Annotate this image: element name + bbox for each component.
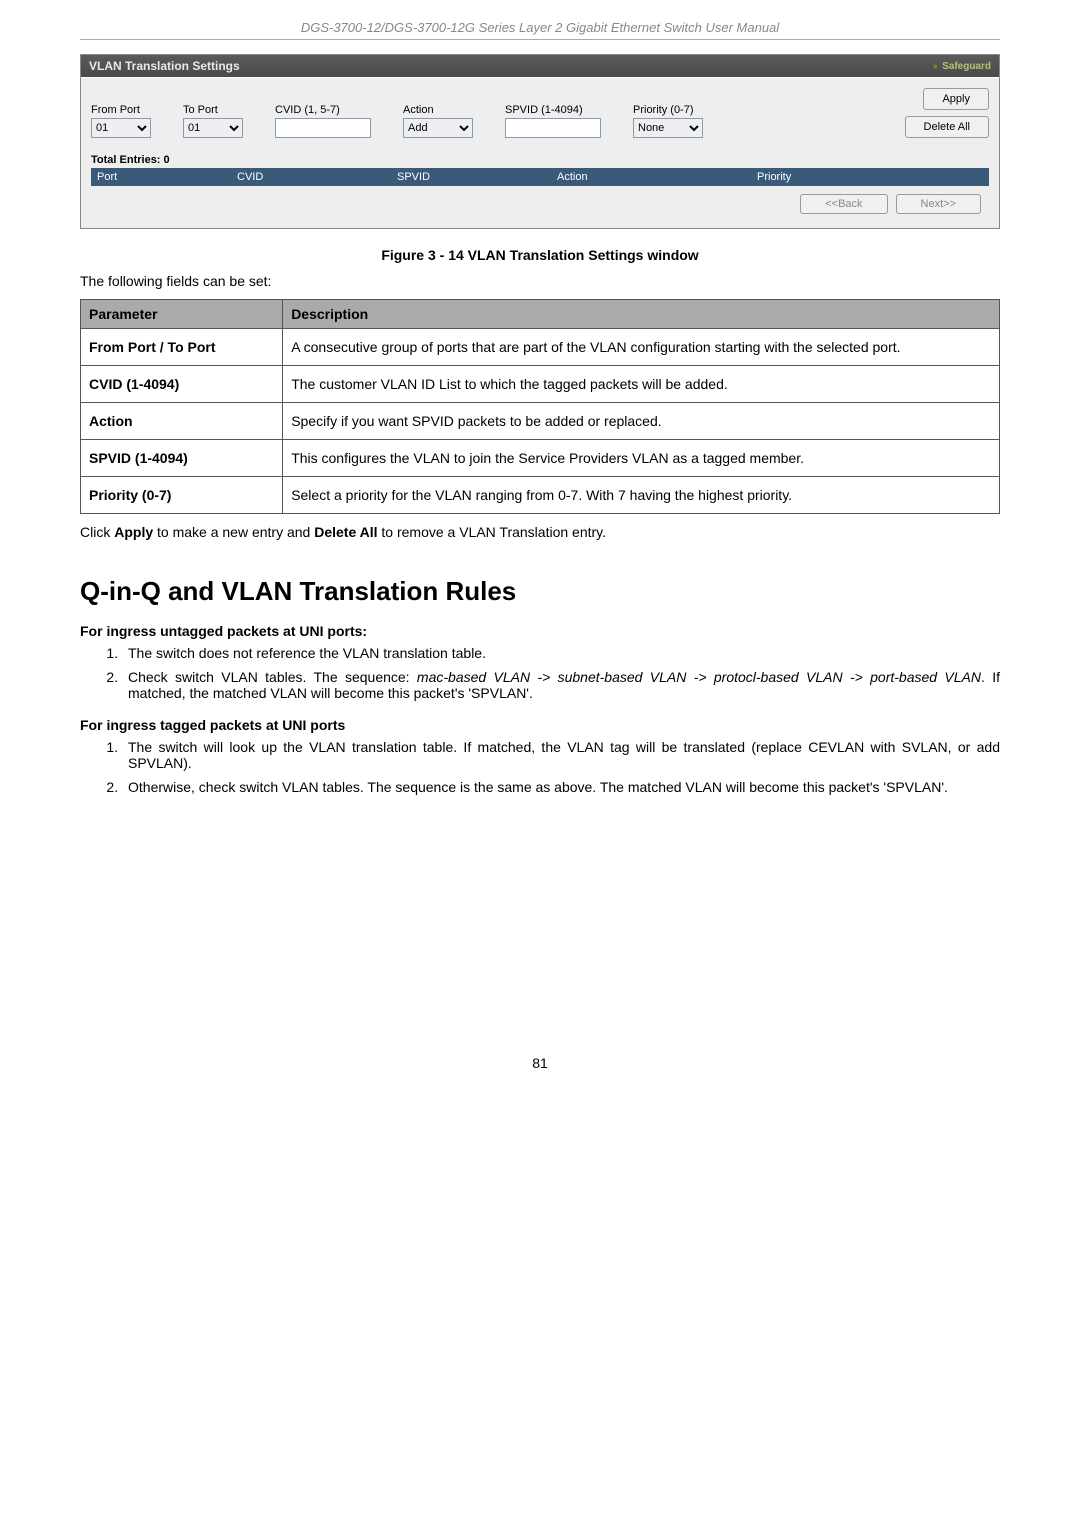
table-row: Priority (0-7) Select a priority for the… [81, 477, 1000, 514]
parameter-table: Parameter Description From Port / To Por… [80, 299, 1000, 514]
to-port-label: To Port [183, 104, 243, 116]
param-label: SPVID (1-4094) [81, 440, 283, 477]
panel-title-text: VLAN Translation Settings [89, 59, 240, 73]
col-port: Port [91, 168, 231, 186]
list-item: The switch does not reference the VLAN t… [122, 645, 1000, 661]
next-button[interactable]: Next>> [896, 194, 981, 214]
from-port-select[interactable]: 01 [91, 118, 151, 138]
figure-caption: Figure 3 - 14 VLAN Translation Settings … [80, 247, 1000, 263]
subheading-ingress-untagged: For ingress untagged packets at UNI port… [80, 623, 1000, 639]
header-rule [80, 39, 1000, 40]
col-spvid: SPVID [391, 168, 551, 186]
back-button[interactable]: <<Back [800, 194, 887, 214]
param-label: CVID (1-4094) [81, 366, 283, 403]
vlan-translation-panel: VLAN Translation Settings Safeguard From… [80, 54, 1000, 229]
col-cvid: CVID [231, 168, 391, 186]
cvid-col: CVID (1, 5-7) [275, 104, 371, 138]
from-port-col: From Port 01 [91, 104, 151, 138]
spvid-input[interactable] [505, 118, 601, 138]
table-row: SPVID (1-4094) This configures the VLAN … [81, 440, 1000, 477]
list-item: The switch will look up the VLAN transla… [122, 739, 1000, 771]
action-col: Action Add [403, 104, 473, 138]
apply-button[interactable]: Apply [923, 88, 989, 110]
table-row: From Port / To Port A consecutive group … [81, 329, 1000, 366]
param-label: Action [81, 403, 283, 440]
table-row: Action Specify if you want SPVID packets… [81, 403, 1000, 440]
after-table-text: Click Apply to make a new entry and Dele… [80, 524, 1000, 540]
priority-label: Priority (0-7) [633, 104, 703, 116]
th-parameter: Parameter [81, 300, 283, 329]
list-untagged: The switch does not reference the VLAN t… [80, 645, 1000, 701]
to-port-select[interactable]: 01 [183, 118, 243, 138]
cvid-label: CVID (1, 5-7) [275, 104, 371, 116]
list-item: Otherwise, check switch VLAN tables. The… [122, 779, 1000, 795]
from-port-label: From Port [91, 104, 151, 116]
param-desc: Specify if you want SPVID packets to be … [283, 403, 1000, 440]
subheading-ingress-tagged: For ingress tagged packets at UNI ports [80, 717, 1000, 733]
delete-all-button[interactable]: Delete All [905, 116, 989, 138]
param-label: From Port / To Port [81, 329, 283, 366]
to-port-col: To Port 01 [183, 104, 243, 138]
intro-text: The following fields can be set: [80, 273, 1000, 289]
col-action: Action [551, 168, 751, 186]
total-entries-label: Total Entries: 0 [91, 154, 989, 166]
action-select[interactable]: Add [403, 118, 473, 138]
priority-select[interactable]: None [633, 118, 703, 138]
result-header-row: Port CVID SPVID Action Priority [91, 168, 989, 186]
safeguard-badge: Safeguard [933, 61, 991, 72]
list-tagged: The switch will look up the VLAN transla… [80, 739, 1000, 795]
section-heading: Q-in-Q and VLAN Translation Rules [80, 576, 1000, 607]
param-desc: The customer VLAN ID List to which the t… [283, 366, 1000, 403]
param-desc: A consecutive group of ports that are pa… [283, 329, 1000, 366]
spvid-col: SPVID (1-4094) [505, 104, 601, 138]
panel-titlebar: VLAN Translation Settings Safeguard [81, 55, 999, 77]
page-header: DGS-3700-12/DGS-3700-12G Series Layer 2 … [80, 20, 1000, 35]
col-priority: Priority [751, 168, 989, 186]
cvid-input[interactable] [275, 118, 371, 138]
param-desc: This configures the VLAN to join the Ser… [283, 440, 1000, 477]
priority-col: Priority (0-7) None [633, 104, 703, 138]
param-desc: Select a priority for the VLAN ranging f… [283, 477, 1000, 514]
table-row: CVID (1-4094) The customer VLAN ID List … [81, 366, 1000, 403]
action-label: Action [403, 104, 473, 116]
spvid-label: SPVID (1-4094) [505, 104, 601, 116]
param-label: Priority (0-7) [81, 477, 283, 514]
th-description: Description [283, 300, 1000, 329]
list-item: Check switch VLAN tables. The sequence: … [122, 669, 1000, 701]
page-number: 81 [80, 1055, 1000, 1071]
